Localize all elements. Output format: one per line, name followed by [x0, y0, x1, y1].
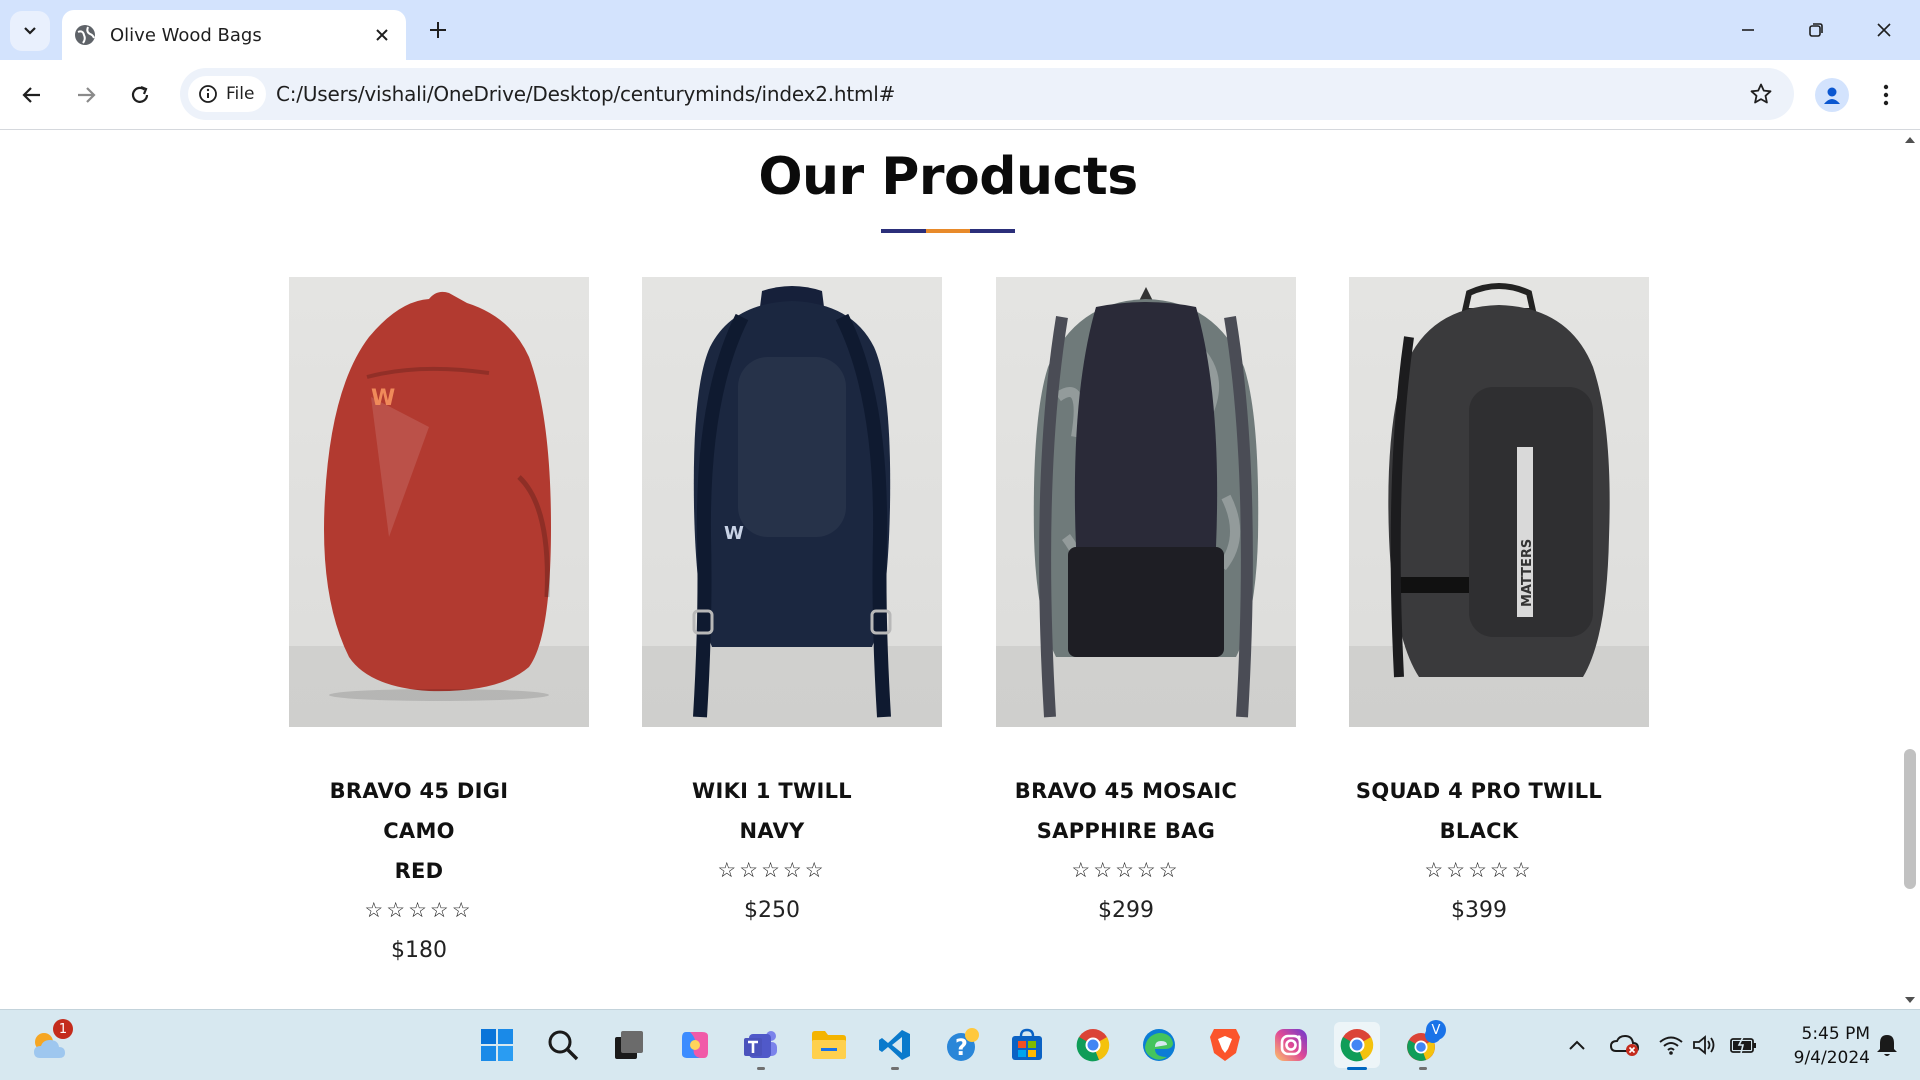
page-scrollbar[interactable] — [1900, 131, 1920, 1009]
system-clock[interactable]: 5:45 PM 9/4/2024 — [1770, 1022, 1870, 1070]
product-name-3[interactable]: BRAVO 45 MOSAIC SAPPHIRE BAG — [996, 771, 1256, 851]
instagram-icon[interactable] — [1268, 1022, 1314, 1068]
product-name-1-line-1: BRAVO 45 DIGI — [329, 779, 509, 803]
product-name-4[interactable]: SQUAD 4 PRO TWILL BLACK — [1349, 771, 1609, 851]
product-image-2[interactable]: W — [642, 277, 942, 727]
vscode-running-indicator — [891, 1067, 899, 1070]
product-rating-4[interactable]: ☆☆☆☆☆ — [1349, 851, 1609, 891]
site-info-chip[interactable]: File — [188, 76, 267, 112]
reload-icon[interactable] — [122, 77, 158, 113]
product-card-1[interactable]: W BRAVO 45 DIGI CAMO RED ☆☆☆☆☆ $180 — [289, 277, 589, 971]
window-close-icon[interactable] — [1868, 14, 1900, 46]
vscode-icon[interactable] — [872, 1022, 918, 1070]
product-card-4[interactable]: MATTERS SQUAD 4 PRO TWILL BLACK ☆☆☆☆☆ $3… — [1349, 277, 1649, 931]
underline-segment-middle — [925, 229, 971, 233]
product-card-3[interactable]: BRAVO 45 MOSAIC SAPPHIRE BAG ☆☆☆☆☆ $299 — [996, 277, 1296, 931]
task-view-icon[interactable] — [606, 1022, 652, 1068]
product-rating-2[interactable]: ☆☆☆☆☆ — [642, 851, 902, 891]
weather-notification-badge: 1 — [53, 1019, 73, 1039]
globe-icon — [74, 24, 96, 46]
browser-toolbar: File C:/Users/vishali/OneDrive/Desktop/c… — [0, 60, 1920, 130]
product-rating-3[interactable]: ☆☆☆☆☆ — [996, 851, 1256, 891]
teams-icon[interactable] — [738, 1022, 784, 1070]
product-name-2[interactable]: WIKI 1 TWILL NAVY — [642, 771, 902, 851]
chrome-profile-running-indicator — [1419, 1067, 1427, 1070]
heading-underline — [881, 229, 1016, 233]
url-text[interactable]: C:/Users/vishali/OneDrive/Desktop/centur… — [276, 82, 895, 106]
profile-avatar-icon[interactable] — [1815, 78, 1849, 112]
microsoft-store-icon[interactable] — [1004, 1022, 1050, 1068]
info-icon — [199, 85, 217, 103]
edge-icon[interactable] — [1136, 1022, 1182, 1068]
wifi-icon[interactable] — [1656, 1030, 1686, 1060]
search-icon[interactable] — [540, 1022, 586, 1068]
chrome-profile-letter: V — [1426, 1020, 1446, 1040]
onedrive-error-icon[interactable] — [1610, 1030, 1640, 1060]
product-image-4[interactable]: MATTERS — [1349, 277, 1649, 727]
battery-icon[interactable] — [1728, 1030, 1758, 1060]
page-viewport: Our Products W BRAVO 45 DIGI CAMO RED ☆☆… — [0, 131, 1900, 1009]
page-title: Our Products — [758, 147, 1138, 207]
help-icon[interactable]: ? — [940, 1022, 986, 1068]
product-image-3[interactable] — [996, 277, 1296, 727]
kebab-menu-icon[interactable] — [1872, 78, 1900, 112]
product-price-3: $299 — [1098, 898, 1154, 923]
scroll-down-arrow-icon[interactable] — [1905, 997, 1915, 1003]
svg-text:MATTERS: MATTERS — [1520, 539, 1535, 607]
site-info-label: File — [226, 84, 255, 104]
product-name-3-line-1: BRAVO 45 MOSAIC — [1014, 779, 1238, 803]
chrome-active-icon[interactable] — [1334, 1022, 1380, 1070]
tab-search-button[interactable] — [10, 11, 50, 51]
tab-olive-wood-bags[interactable]: Olive Wood Bags — [62, 10, 406, 60]
clock-date: 9/4/2024 — [1793, 1048, 1870, 1068]
chevron-down-icon — [24, 27, 36, 35]
product-price-1: $180 — [391, 938, 447, 963]
product-price-2: $250 — [744, 898, 800, 923]
windows-start-icon[interactable] — [474, 1022, 520, 1068]
svg-text:W: W — [371, 386, 395, 411]
product-rating-1[interactable]: ☆☆☆☆☆ — [289, 891, 549, 931]
underline-segment-right — [970, 229, 1016, 233]
address-bar[interactable]: File C:/Users/vishali/OneDrive/Desktop/c… — [180, 68, 1794, 120]
windows-taskbar: 1 ? V 5:45 PM 9/4/2024 — [0, 1009, 1920, 1080]
product-price-4: $399 — [1451, 898, 1507, 923]
scrollbar-thumb[interactable] — [1904, 749, 1916, 889]
chrome-profile-icon[interactable]: V — [1400, 1020, 1446, 1070]
svg-text:?: ? — [955, 1036, 968, 1061]
chevron-up-icon[interactable] — [1562, 1030, 1592, 1060]
product-name-3-line-2: SAPPHIRE BAG — [1036, 819, 1216, 843]
product-name-1-line-2: CAMO — [383, 819, 455, 843]
new-tab-plus-icon[interactable] — [424, 16, 452, 44]
product-name-1-line-3: RED — [394, 859, 444, 883]
product-name-2-line-2: NAVY — [739, 819, 805, 843]
product-name-2-line-1: WIKI 1 TWILL — [692, 779, 852, 803]
forward-arrow-icon[interactable] — [68, 77, 104, 113]
brave-icon[interactable] — [1202, 1022, 1248, 1068]
notification-bell-icon[interactable] — [1872, 1030, 1902, 1060]
tab-close-icon[interactable] — [372, 25, 392, 45]
product-card-2[interactable]: W WIKI 1 TWILL NAVY ☆☆☆☆☆ $250 — [642, 277, 942, 931]
copilot-icon[interactable] — [672, 1022, 718, 1068]
teams-running-indicator — [757, 1067, 765, 1070]
product-name-4-line-2: BLACK — [1439, 819, 1519, 843]
product-name-4-line-1: SQUAD 4 PRO TWILL — [1355, 779, 1603, 803]
chrome-icon[interactable] — [1070, 1022, 1116, 1068]
restore-icon[interactable] — [1800, 14, 1832, 46]
tab-title: Olive Wood Bags — [110, 24, 262, 46]
weather-widget-icon[interactable]: 1 — [26, 1019, 73, 1068]
back-arrow-icon[interactable] — [14, 77, 50, 113]
underline-segment-left — [881, 229, 926, 233]
file-explorer-icon[interactable] — [806, 1022, 852, 1068]
product-image-1[interactable]: W — [289, 277, 589, 727]
clock-time: 5:45 PM — [1801, 1024, 1871, 1044]
tab-strip: Olive Wood Bags — [0, 0, 1920, 60]
minimize-icon[interactable] — [1732, 14, 1764, 46]
chrome-active-indicator — [1347, 1067, 1367, 1070]
scroll-up-arrow-icon[interactable] — [1905, 137, 1915, 143]
svg-text:W: W — [724, 523, 744, 544]
bookmark-star-icon[interactable] — [1748, 81, 1774, 107]
product-name-1[interactable]: BRAVO 45 DIGI CAMO RED — [289, 771, 549, 891]
volume-icon[interactable] — [1690, 1030, 1720, 1060]
